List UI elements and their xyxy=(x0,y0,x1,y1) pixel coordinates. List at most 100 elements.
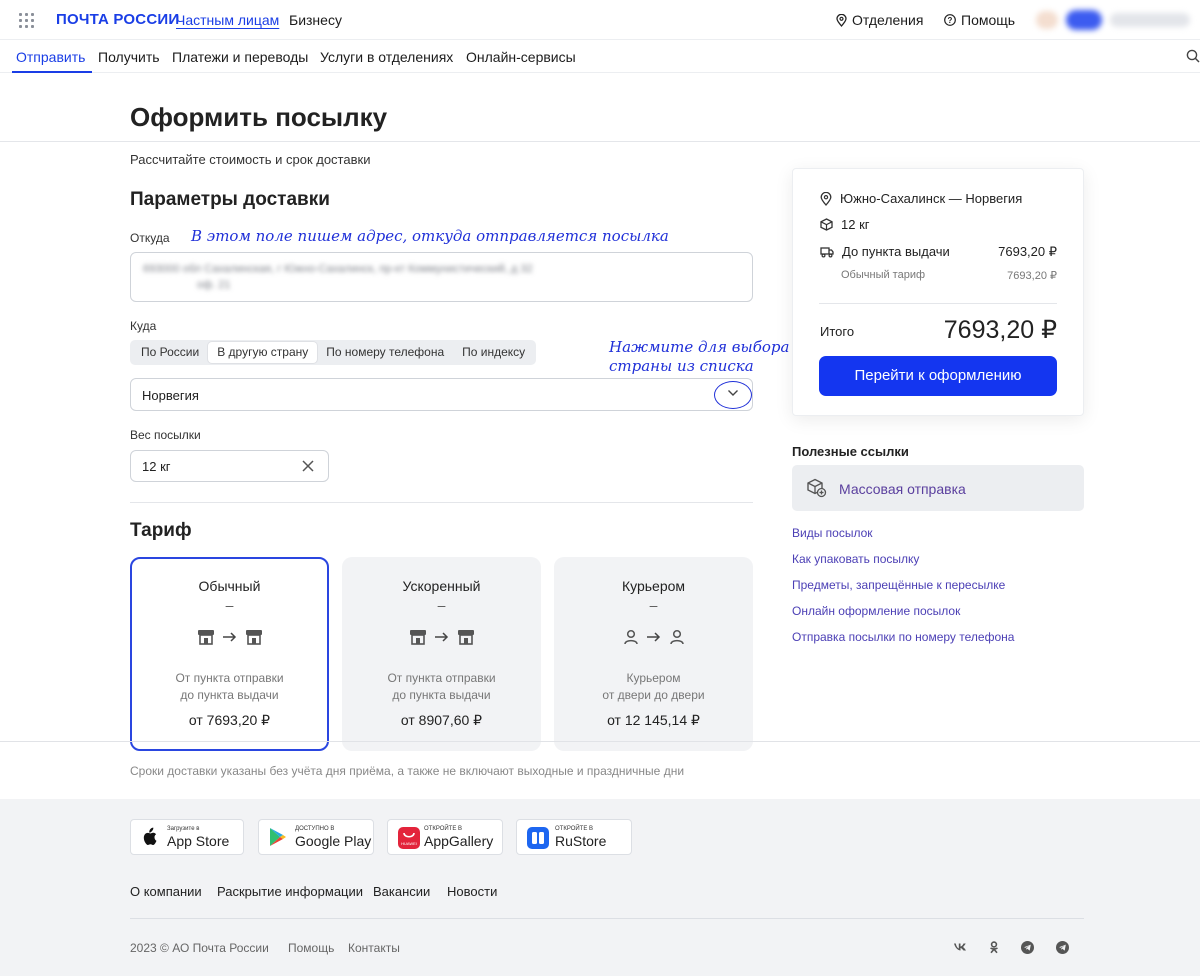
tariff-heading: Тариф xyxy=(130,520,192,541)
tariff-description: От пункта отправки до пункта выдачи xyxy=(132,670,327,704)
vk-icon[interactable] xyxy=(953,942,967,952)
page-subtitle: Рассчитайте стоимость и срок доставки xyxy=(130,152,371,167)
from-label: Откуда xyxy=(130,231,170,245)
nav-receive[interactable]: Получить xyxy=(98,49,160,65)
summary-tariff-price: 7693,20 ₽ xyxy=(1007,270,1057,282)
map-pin-icon xyxy=(820,191,832,206)
arrow-right-icon xyxy=(434,632,448,642)
offices-link[interactable]: Отделения xyxy=(836,12,923,28)
route-icons xyxy=(132,629,327,645)
tariff-name: Курьером xyxy=(621,578,686,594)
tariff-term: – xyxy=(225,597,234,613)
clear-icon[interactable] xyxy=(301,459,315,473)
checkout-button[interactable]: Перейти к оформлению xyxy=(819,356,1057,396)
search-icon[interactable] xyxy=(1186,49,1200,63)
app-gallery-small: ОТКРОЙТЕ В xyxy=(424,826,463,832)
tariff-price: от 8907,60 ₽ xyxy=(400,712,483,728)
telegram-icon[interactable] xyxy=(1021,941,1034,954)
footer-vacancies[interactable]: Вакансии xyxy=(373,884,430,899)
footer-contacts[interactable]: Контакты xyxy=(348,941,400,955)
weight-label: Вес посылки xyxy=(130,428,201,442)
notifications-blurred[interactable] xyxy=(1036,11,1058,29)
from-address-line2: оф. 21 xyxy=(197,279,231,291)
app-store-name: App Store xyxy=(167,833,230,849)
tariff-desc-line1: Курьером xyxy=(626,671,681,685)
mode-other-country[interactable]: В другую страну xyxy=(208,342,318,363)
destination-mode-switch: По России В другую страну По номеру теле… xyxy=(130,340,537,365)
person-icon xyxy=(623,629,638,645)
svg-text:?: ? xyxy=(948,16,953,25)
page-title: Оформить посылку xyxy=(130,102,388,132)
profile-badge-blurred[interactable] xyxy=(1066,10,1102,30)
arrow-right-icon xyxy=(646,632,660,642)
footer-about[interactable]: О компании xyxy=(130,884,202,899)
route-icons xyxy=(342,629,541,645)
mode-phone[interactable]: По номеру телефона xyxy=(317,342,453,363)
nav-send[interactable]: Отправить xyxy=(16,49,85,65)
svg-text:HUAWEI: HUAWEI xyxy=(401,841,417,846)
footer-disclosure[interactable]: Раскрытие информации xyxy=(217,884,363,899)
app-store-small: Загрузите в xyxy=(167,826,200,832)
tariff-price: от 7693,20 ₽ xyxy=(188,712,271,728)
summary-weight-text: 12 кг xyxy=(841,217,870,232)
tariff-card-express[interactable]: Ускоренный – От пункта отправки до пункт… xyxy=(342,557,541,751)
tariff-term: – xyxy=(437,597,446,613)
footer-news[interactable]: Новости xyxy=(447,884,497,899)
app-store-badge[interactable]: Загрузите в App Store xyxy=(130,819,244,855)
google-play-badge[interactable]: ДОСТУПНО В Google Play xyxy=(258,819,374,855)
link-prohibited-items[interactable]: Предметы, запрещённые к пересылке xyxy=(792,578,1005,592)
truck-icon xyxy=(820,246,834,258)
mode-russia[interactable]: По России xyxy=(132,342,208,363)
apple-icon xyxy=(143,827,157,845)
summary-delivery: До пункта выдачи xyxy=(820,244,950,259)
summary-tariff-label: Обычный тариф xyxy=(841,269,926,281)
link-send-by-phone[interactable]: Отправка посылки по номеру телефона xyxy=(792,630,1014,644)
help-icon: ? xyxy=(944,14,956,26)
box-plus-icon xyxy=(807,478,827,498)
summary-route-text: Южно-Сахалинск — Норвегия xyxy=(840,191,1023,206)
summary-delivery-price: 7693,20 ₽ xyxy=(998,244,1057,259)
main-nav: Отправить Получить Платежи и переводы Ус… xyxy=(0,40,1200,73)
nav-online-services[interactable]: Онлайн-сервисы xyxy=(466,49,576,65)
segment-business-link[interactable]: Бизнесу xyxy=(289,12,342,28)
country-select[interactable]: Норвегия xyxy=(130,378,753,411)
link-online-parcels[interactable]: Онлайн оформление посылок xyxy=(792,604,960,618)
tariff-desc-line2: до пункта выдачи xyxy=(392,688,491,702)
post-office-icon xyxy=(197,630,214,645)
logo[interactable]: ПОЧТА РОССИИ xyxy=(56,11,179,28)
ok-icon[interactable] xyxy=(989,941,999,954)
apps-grid-icon[interactable] xyxy=(19,13,34,28)
delivery-disclaimer: Сроки доставки указаны без учёта дня при… xyxy=(130,764,685,778)
nav-payments[interactable]: Платежи и переводы xyxy=(172,49,308,65)
chevron-down-icon[interactable] xyxy=(727,389,739,397)
mass-send-label: Массовая отправка xyxy=(839,481,966,497)
weight-input[interactable]: 12 кг xyxy=(130,450,329,482)
title-divider xyxy=(0,141,1200,142)
mass-send-button[interactable]: Массовая отправка xyxy=(792,465,1084,511)
rustore-badge[interactable]: ОТКРОЙТЕ В RuStore xyxy=(516,819,632,855)
tariff-card-regular[interactable]: Обычный – От пункта отправки до пункта в… xyxy=(130,557,329,751)
person-icon xyxy=(669,629,684,645)
footer: Загрузите в App Store ДОСТУПНО В Google … xyxy=(0,799,1200,976)
nav-office-services[interactable]: Услуги в отделениях xyxy=(320,49,453,65)
link-how-to-pack[interactable]: Как упаковать посылку xyxy=(792,552,919,566)
google-play-icon xyxy=(270,828,286,846)
tariff-desc-line2: от двери до двери xyxy=(602,688,705,702)
post-office-icon xyxy=(457,630,474,645)
post-office-icon xyxy=(245,630,262,645)
mode-index[interactable]: По индексу xyxy=(453,342,534,363)
from-address-field[interactable]: 693000 обл Сахалинская, г Южно-Сахалинск… xyxy=(130,252,753,302)
tariff-card-courier[interactable]: Курьером – Курьером от двери до двери от… xyxy=(554,557,753,751)
help-link[interactable]: ? Помощь xyxy=(944,12,1015,28)
tariff-description: Курьером от двери до двери xyxy=(554,670,753,704)
footer-help[interactable]: Помощь xyxy=(288,941,334,955)
telegram-icon[interactable] xyxy=(1056,941,1069,954)
footer-divider xyxy=(130,918,1084,919)
box-icon xyxy=(820,218,833,231)
app-gallery-badge[interactable]: HUAWEI ОТКРОЙТЕ В AppGallery xyxy=(387,819,503,855)
tariff-term: – xyxy=(649,597,658,613)
link-parcel-types[interactable]: Виды посылок xyxy=(792,526,873,540)
segment-private-link[interactable]: Частным лицам xyxy=(176,12,279,28)
user-name-blurred[interactable] xyxy=(1110,13,1190,27)
weight-value: 12 кг xyxy=(142,459,171,474)
